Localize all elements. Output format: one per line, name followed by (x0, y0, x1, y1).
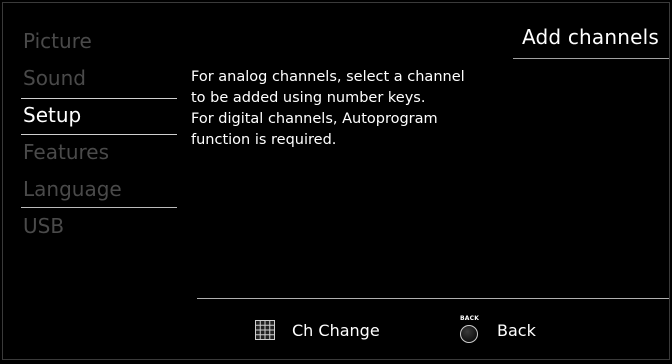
footer-divider (197, 298, 669, 299)
ch-change-label: Ch Change (292, 320, 380, 340)
menu-item-label: Language (23, 177, 122, 201)
back-button[interactable]: BACK Back (459, 315, 536, 345)
back-button-icon: BACK (459, 315, 481, 343)
tv-menu-screen: Picture Sound Setup Features Language US… (2, 2, 670, 360)
title-divider (513, 58, 669, 59)
menu-item-label: Picture (23, 29, 92, 53)
sidebar-menu: Picture Sound Setup Features Language US… (21, 23, 177, 245)
description-line: For analog channels, select a channel (191, 69, 465, 85)
menu-item-setup[interactable]: Setup (21, 97, 177, 135)
back-circle-shape (460, 325, 478, 343)
grid-keypad-icon (255, 320, 275, 340)
ch-change-button[interactable]: Ch Change (255, 315, 380, 345)
panel-title: Add channels (521, 25, 659, 49)
menu-item-label: Sound (23, 66, 86, 90)
menu-item-usb[interactable]: USB (21, 208, 177, 245)
back-label: Back (497, 320, 536, 340)
description-line: function is required. (191, 132, 337, 148)
description-line: For digital channels, Autoprogram (191, 111, 438, 127)
menu-item-sound[interactable]: Sound (21, 60, 177, 97)
menu-item-features[interactable]: Features (21, 134, 177, 171)
description-line: to be added using number keys. (191, 90, 426, 106)
panel-description: For analog channels, select a channel to… (191, 67, 511, 151)
back-icon-text: BACK (460, 315, 480, 322)
menu-item-label: USB (23, 214, 65, 238)
menu-item-language[interactable]: Language (21, 171, 177, 208)
menu-item-label: Setup (23, 103, 82, 127)
menu-item-label: Features (23, 140, 109, 164)
menu-item-picture[interactable]: Picture (21, 23, 177, 60)
